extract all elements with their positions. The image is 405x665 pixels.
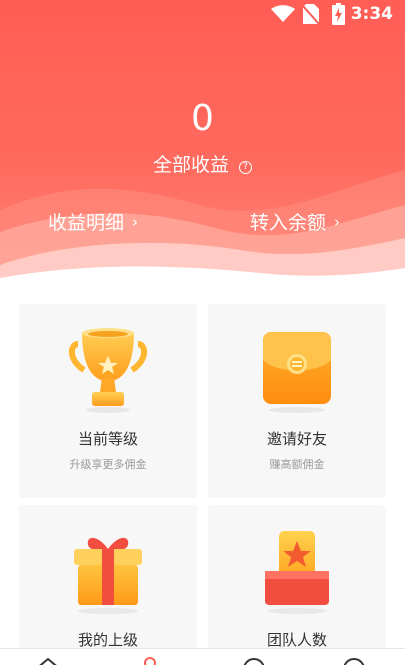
chevron-right-icon: › xyxy=(334,213,341,231)
earnings-details-label: 收益明细 xyxy=(48,212,125,234)
gift-box-icon xyxy=(74,537,142,614)
bottom-nav xyxy=(0,648,405,665)
card-title: 团队人数 xyxy=(266,631,327,649)
star-box-icon xyxy=(265,531,329,614)
settings-icon[interactable] xyxy=(340,655,368,665)
current-level-card[interactable]: 当前等级 升级享更多佣金 xyxy=(19,304,197,498)
total-earnings-label: 全部收益 xyxy=(152,154,229,176)
status-bar: 3:34 xyxy=(0,0,405,30)
card-title: 我的上级 xyxy=(77,631,138,649)
chevron-right-icon: › xyxy=(132,213,139,231)
message-icon[interactable] xyxy=(240,655,268,665)
trophy-icon xyxy=(69,328,147,413)
transfer-to-balance-link[interactable]: 转入余额 › xyxy=(250,208,340,235)
transfer-to-balance-label: 转入余额 xyxy=(250,212,327,234)
invite-friends-card[interactable]: 邀请好友 赚高额佣金 xyxy=(208,304,386,498)
no-sim-icon xyxy=(303,4,319,24)
help-icon[interactable]: ? xyxy=(239,161,253,174)
card-title: 当前等级 xyxy=(77,430,138,448)
total-earnings-value: 0 xyxy=(191,98,214,139)
total-earnings-row: 全部收益 ? xyxy=(0,150,405,177)
earnings-header: 3:34 0 全部收益 ? 收益明细 › 转入余额 › xyxy=(0,0,405,300)
earnings-details-link[interactable]: 收益明细 › xyxy=(48,208,138,235)
team-size-card[interactable]: 团队人数 xyxy=(208,505,386,655)
wifi-icon xyxy=(271,5,295,22)
card-subtitle: 赚高额佣金 xyxy=(269,458,325,471)
card-subtitle: 升级享更多佣金 xyxy=(69,458,147,471)
my-superior-card[interactable]: 我的上级 xyxy=(19,505,197,655)
red-envelope-icon xyxy=(263,332,331,413)
user-icon[interactable] xyxy=(136,655,164,665)
home-icon[interactable] xyxy=(34,655,62,665)
card-title: 邀请好友 xyxy=(266,430,327,448)
clock: 3:34 xyxy=(350,4,393,24)
battery-charging-icon xyxy=(332,3,345,25)
